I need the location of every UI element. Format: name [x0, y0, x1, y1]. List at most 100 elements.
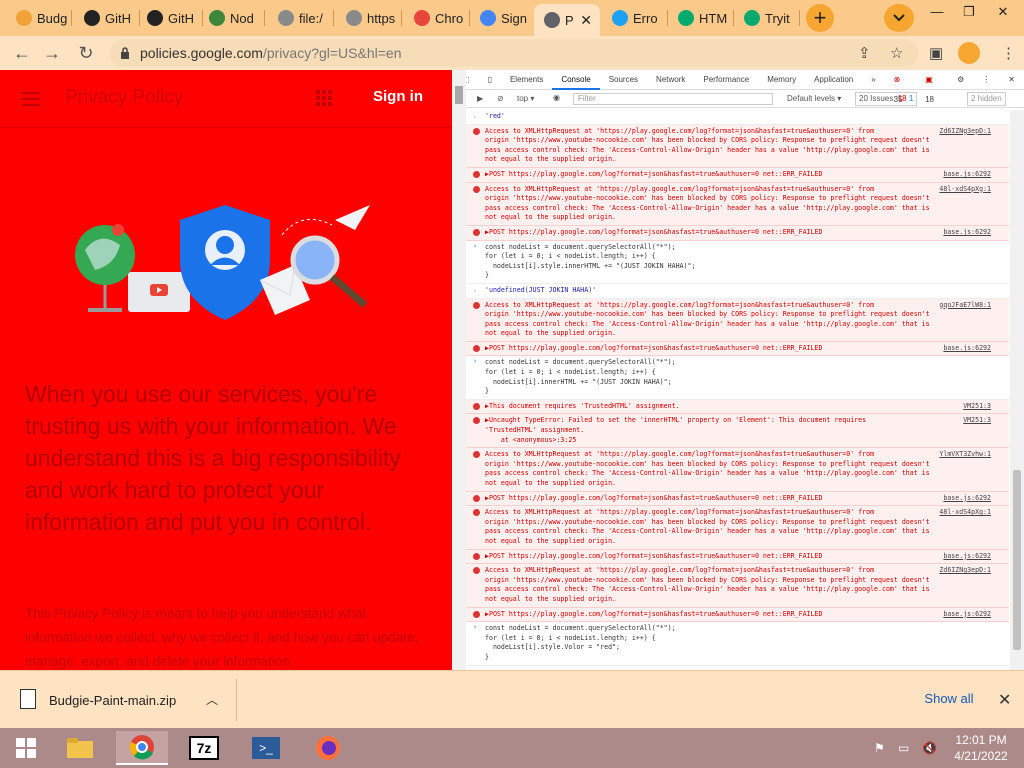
file-explorer-taskbar[interactable]	[54, 731, 106, 765]
devtools-tab-list: Elements Console Sources Network Performance…	[501, 70, 862, 90]
browser-tab[interactable]: file:/	[268, 4, 334, 32]
browser-tab[interactable]: https	[336, 4, 402, 32]
sign-in-button[interactable]: Sign in	[373, 88, 423, 105]
clear-console-icon[interactable]: ⊘	[497, 94, 504, 103]
log-levels-dropdown[interactable]: Default levels ▾	[787, 94, 841, 103]
tab-strip: Budg GitH GitH Nod file:/https Chro Sign P ✕ Erro…	[0, 0, 1024, 36]
close-tab-icon[interactable]: ✕	[580, 12, 592, 29]
source-link[interactable]: base.js:6292	[943, 610, 991, 620]
issues-button[interactable]: 20 Issues: 18 1	[855, 92, 918, 106]
browser-tab[interactable]: Sign	[470, 4, 536, 32]
browser-tab[interactable]: GitH	[137, 4, 203, 32]
error-count-badge[interactable]: ⊗ 35	[885, 70, 916, 104]
profile-avatar[interactable]	[958, 42, 980, 64]
browser-tab[interactable]: Budg	[6, 4, 72, 32]
devtools-tab[interactable]: Console	[552, 70, 600, 90]
bookmark-star-icon[interactable]: ☆	[890, 44, 903, 62]
maximize-button[interactable]: ❐	[952, 4, 986, 24]
context-selector[interactable]: top ▾	[517, 94, 534, 103]
tab-search-button[interactable]	[884, 4, 914, 32]
console-scrollbar[interactable]	[1010, 110, 1024, 670]
share-icon[interactable]: ⇪	[858, 44, 871, 62]
windows-logo-icon	[16, 738, 36, 758]
console-message-text: Access to XMLHttpRequest at 'https://pla…	[485, 566, 930, 603]
devtools-tab[interactable]: Application	[805, 70, 862, 90]
network-icon[interactable]: ▭	[898, 741, 909, 755]
settings-gear-icon[interactable]: ⚙	[948, 70, 973, 90]
show-all-button[interactable]: Show all	[909, 684, 989, 714]
privacy-hero-illustration	[75, 205, 370, 320]
devtools-menu-icon[interactable]: ⋮	[973, 70, 999, 90]
tab-favicon-icon	[16, 10, 32, 26]
download-bar: Budgie-Paint-main.zip ︿ Show all ✕	[0, 670, 1024, 728]
close-window-button[interactable]: ✕	[986, 4, 1020, 24]
side-panel-icon[interactable]: ▣	[929, 44, 943, 62]
download-item[interactable]: Budgie-Paint-main.zip	[49, 693, 176, 708]
devtools-close-icon[interactable]: ✕	[999, 70, 1024, 90]
new-tab-button[interactable]: +	[806, 4, 834, 32]
reload-button[interactable]: ↻	[74, 42, 98, 64]
page-scrollbar[interactable]	[452, 70, 466, 670]
console-filter-input[interactable]: Filter	[573, 93, 773, 105]
browser-tab[interactable]: HTM	[668, 4, 734, 32]
sidebar-toggle-icon[interactable]: ▶	[477, 94, 483, 103]
powershell-taskbar[interactable]: >_	[240, 731, 292, 765]
close-download-bar-icon[interactable]: ✕	[998, 690, 1011, 710]
tab-title: P	[565, 12, 574, 28]
hamburger-menu-icon[interactable]	[22, 92, 40, 110]
forward-button[interactable]: →	[40, 42, 64, 64]
lock-icon	[121, 47, 129, 59]
system-clock[interactable]: 12:01 PM 4/21/2022	[944, 732, 1018, 764]
devtools-tab[interactable]: Network	[647, 70, 694, 90]
browser-tab[interactable]: P ✕	[534, 4, 600, 36]
browser-toolbar: ← → ↻ policies.google.com/privacy?gl=US&…	[0, 36, 1024, 70]
download-chevron-up-icon[interactable]: ︿	[206, 691, 218, 708]
source-link[interactable]: VM251:3	[963, 402, 991, 412]
console-message-text: 'red'	[485, 112, 505, 120]
eye-icon[interactable]: ◉	[553, 93, 560, 102]
menu-kebab-icon[interactable]: ⋮	[1001, 44, 1016, 62]
source-link[interactable]: base.js:6292	[943, 552, 991, 562]
source-link[interactable]: VM251:3	[963, 416, 991, 426]
7zip-taskbar[interactable]: 7z	[178, 731, 230, 765]
devtools-tab[interactable]: Memory	[758, 70, 805, 90]
powershell-icon: >_	[252, 737, 280, 759]
console-filter-bar: ▶ ⊘ top ▾ ◉ Filter Default levels ▾ 20 I…	[453, 90, 1024, 108]
chrome-taskbar[interactable]	[116, 731, 168, 765]
firefox-taskbar[interactable]	[302, 731, 354, 765]
minimize-button[interactable]: —	[920, 4, 954, 24]
browser-tab[interactable]: Erro	[602, 4, 668, 32]
browser-tab[interactable]: Nod	[199, 4, 265, 32]
device-toolbar-icon[interactable]: ▯	[479, 70, 501, 90]
devtools-tab[interactable]: Elements	[501, 70, 552, 90]
tab-title: Budg	[37, 10, 68, 26]
address-bar[interactable]: policies.google.com/privacy?gl=US&hl=en	[110, 39, 918, 67]
apps-grid-icon[interactable]	[316, 90, 332, 106]
start-button[interactable]	[0, 731, 52, 765]
more-tabs-button[interactable]: »	[862, 70, 884, 90]
devtools-tab[interactable]: Sources	[600, 70, 647, 90]
action-center-flag-icon[interactable]: ⚑	[874, 741, 885, 755]
source-link[interactable]: 48l-xdS4pXg:1	[939, 185, 991, 195]
browser-tab[interactable]: Chro	[404, 4, 470, 32]
source-link[interactable]: gqoJFaE7lW8:1	[939, 301, 991, 311]
source-link[interactable]: YlmVXT3Zvhw:1	[939, 450, 991, 460]
volume-icon[interactable]: 🔇	[922, 741, 937, 755]
tab-separator	[71, 10, 72, 26]
source-link[interactable]: Zd6IZNg3epD:1	[939, 127, 991, 137]
browser-tab[interactable]: GitH	[74, 4, 140, 32]
source-link[interactable]: 48l-xdS4pXg:1	[939, 508, 991, 518]
warning-count-badge[interactable]: ▣ 18	[916, 70, 948, 104]
tab-title: file:/	[299, 10, 323, 26]
source-link[interactable]: base.js:6292	[943, 170, 991, 180]
source-link[interactable]: Zd6IZNg3epD:1	[939, 566, 991, 576]
browser-tab[interactable]: Tryit	[734, 4, 800, 32]
console-message-text: Access to XMLHttpRequest at 'https://pla…	[485, 126, 930, 164]
console-message: ▶POST https://play.google.com/log?format…	[453, 167, 1009, 183]
back-button[interactable]: ←	[10, 42, 34, 64]
tab-title: Sign	[501, 10, 528, 26]
source-link[interactable]: base.js:6292	[943, 344, 991, 354]
source-link[interactable]: base.js:6292	[943, 494, 991, 504]
devtools-tab[interactable]: Performance	[694, 70, 758, 90]
source-link[interactable]: base.js:6292	[943, 228, 991, 238]
